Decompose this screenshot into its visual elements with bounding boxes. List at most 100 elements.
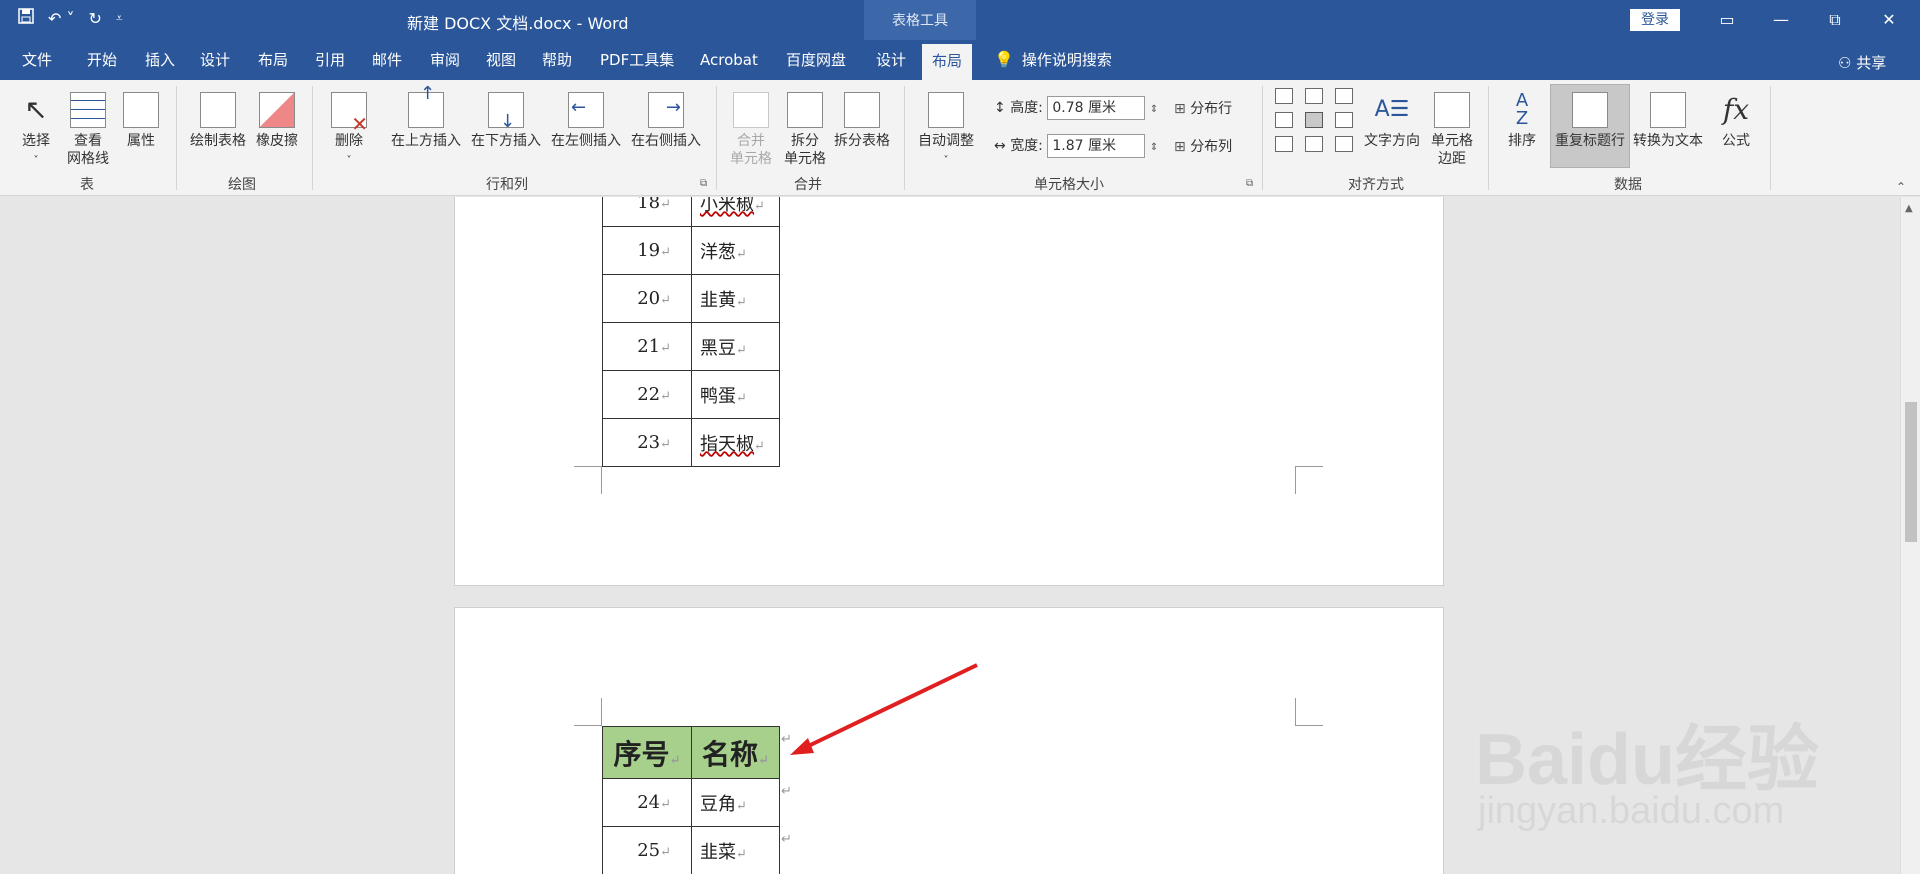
restore-button[interactable]: ⧉ (1808, 0, 1862, 40)
group-data-label: 数据 (1614, 177, 1642, 193)
width-input[interactable]: 1.87 厘米 (1047, 134, 1146, 158)
view-gridlines-button[interactable]: 查看 网格线 (62, 92, 114, 168)
collapse-ribbon-icon[interactable]: ⌃ (1896, 180, 1906, 194)
align-bottom-right-icon[interactable] (1335, 136, 1353, 152)
customize-qat-icon[interactable]: ⩡ (116, 11, 123, 26)
gridlines-icon (70, 92, 106, 128)
fx-icon: fx (1722, 93, 1750, 126)
insert-left-icon: ← (568, 92, 604, 128)
height-input[interactable]: 0.78 厘米 (1047, 96, 1146, 120)
merge-cells-button[interactable]: 合并 单元格 (726, 92, 776, 168)
window-controls: ▭ — ⧉ ✕ (1700, 0, 1916, 40)
repeat-header-rows-button[interactable]: 重复标题行 (1550, 92, 1630, 150)
align-top-right-icon[interactable] (1335, 88, 1353, 104)
align-middle-center-icon[interactable] (1305, 112, 1323, 128)
width-icon: ↔ (994, 138, 1006, 154)
height-icon: ↕ (994, 100, 1006, 116)
insert-above-icon: ↑ (408, 85, 444, 128)
redo-icon[interactable]: ↻ (89, 9, 102, 28)
tab-acrobat[interactable]: Acrobat (700, 40, 758, 80)
delete-button[interactable]: ✕ 删除 ˅ (326, 92, 372, 170)
height-spinner[interactable]: ⇕ (1150, 104, 1158, 115)
share-button[interactable]: ⚇ 共享 (1838, 52, 1886, 73)
tab-help[interactable]: 帮助 (542, 40, 572, 80)
tab-home[interactable]: 开始 (87, 40, 117, 80)
undo-icon[interactable]: ↶ ˅ (48, 9, 75, 28)
text-direction-icon: A☰ (1374, 97, 1410, 122)
align-top-center-icon[interactable] (1305, 88, 1323, 104)
scroll-up-icon[interactable]: ▲ (1905, 203, 1913, 214)
tab-table-layout[interactable]: 布局 (922, 44, 973, 80)
group-rows-cols-label: 行和列 (486, 177, 528, 193)
alignment-grid (1275, 88, 1357, 152)
pencil-table-icon (200, 92, 236, 128)
ribbon-display-options-icon[interactable]: ▭ (1700, 0, 1754, 40)
insert-right-button[interactable]: → 在右侧插入 (626, 92, 706, 150)
split-table-button[interactable]: 拆分表格 (830, 92, 894, 150)
tab-insert[interactable]: 插入 (145, 40, 175, 80)
group-alignment-label: 对齐方式 (1348, 177, 1404, 193)
align-middle-right-icon[interactable] (1335, 112, 1353, 128)
tab-mailings[interactable]: 邮件 (372, 40, 402, 80)
tab-baidu-netdisk[interactable]: 百度网盘 (786, 40, 846, 80)
save-icon[interactable] (18, 8, 34, 28)
distribute-rows-button[interactable]: ⊞ 分布行 (1174, 98, 1232, 118)
tab-review[interactable]: 审阅 (430, 40, 460, 80)
ribbon: ↖ 选择 ˅ 查看 网格线 属性 表 绘制表格 橡皮擦 绘图 ✕ 删除 ˅ ↑ 在上… (0, 80, 1920, 196)
ribbon-tabs: 文件 开始 插入 设计 布局 引用 邮件 审阅 视图 帮助 PDF工具集 Acr… (0, 40, 1920, 80)
align-top-left-icon[interactable] (1275, 88, 1293, 104)
convert-to-text-button[interactable]: 转换为文本 (1630, 92, 1706, 150)
close-button[interactable]: ✕ (1862, 0, 1916, 40)
draw-table-button[interactable]: 绘制表格 (186, 92, 250, 150)
quick-access-toolbar: ↶ ˅ ↻ ⩡ (18, 8, 123, 28)
text-direction-button[interactable]: A☰ 文字方向 (1360, 92, 1424, 150)
vertical-scrollbar[interactable]: ▲ (1900, 197, 1920, 874)
tab-design[interactable]: 设计 (200, 40, 230, 80)
height-control: ↕ 高度: 0.78 厘米 ⇕ (994, 96, 1158, 120)
align-bottom-left-icon[interactable] (1275, 136, 1293, 152)
insert-above-button[interactable]: ↑ 在上方插入 (386, 85, 466, 150)
table-properties-icon (123, 92, 159, 128)
minimize-button[interactable]: — (1754, 0, 1808, 40)
width-spinner[interactable]: ⇕ (1150, 142, 1158, 153)
rows-cols-launcher-icon[interactable]: ⧉ (700, 178, 707, 189)
scroll-thumb[interactable] (1905, 402, 1917, 542)
properties-button[interactable]: 属性 (118, 92, 164, 150)
eraser-button[interactable]: 橡皮擦 (252, 92, 302, 150)
width-control: ↔ 宽度: 1.87 厘米 ⇕ (994, 134, 1158, 158)
split-cells-button[interactable]: 拆分 单元格 (780, 92, 830, 168)
sort-az-icon: AZ (1515, 90, 1529, 129)
login-button[interactable]: 登录 (1630, 9, 1680, 31)
lightbulb-icon: 💡 (994, 50, 1014, 69)
watermark-url: jingyan.baidu.com (1478, 790, 1785, 832)
group-cell-size-label: 单元格大小 (1034, 177, 1104, 193)
tab-view[interactable]: 视图 (486, 40, 516, 80)
cell-margins-button[interactable]: 单元格 边距 (1426, 92, 1478, 168)
insert-right-icon: → (648, 92, 684, 128)
autofit-button[interactable]: 自动调整 ˅ (914, 92, 978, 170)
sort-button[interactable]: AZ 排序 (1500, 92, 1544, 150)
tab-table-design[interactable]: 设计 (876, 40, 906, 80)
distribute-cols-button[interactable]: ⊞ 分布列 (1174, 136, 1232, 156)
select-button[interactable]: ↖ 选择 ˅ (16, 92, 56, 170)
align-bottom-center-icon[interactable] (1305, 136, 1323, 152)
cursor-icon: ↖ (24, 93, 48, 126)
insert-left-button[interactable]: ← 在左侧插入 (546, 92, 626, 150)
merge-cells-icon (733, 92, 769, 128)
split-cells-icon (787, 92, 823, 128)
tab-pdf-tools[interactable]: PDF工具集 (600, 40, 674, 80)
group-draw-label: 绘图 (228, 177, 256, 193)
insert-below-button[interactable]: ↓ 在下方插入 (466, 92, 546, 150)
tell-me-search[interactable]: 💡 操作说明搜索 (994, 40, 1112, 80)
group-table-label: 表 (80, 177, 94, 193)
formula-button[interactable]: fx 公式 (1714, 92, 1758, 150)
align-middle-left-icon[interactable] (1275, 112, 1293, 128)
tab-references[interactable]: 引用 (315, 40, 345, 80)
tab-file[interactable]: 文件 (22, 40, 52, 80)
tab-layout[interactable]: 布局 (258, 40, 288, 80)
arrow-head (790, 738, 814, 755)
insert-below-icon: ↓ (488, 92, 524, 131)
autofit-icon (928, 92, 964, 128)
distribute-rows-icon: ⊞ (1174, 101, 1186, 117)
cell-size-launcher-icon[interactable]: ⧉ (1246, 178, 1253, 189)
